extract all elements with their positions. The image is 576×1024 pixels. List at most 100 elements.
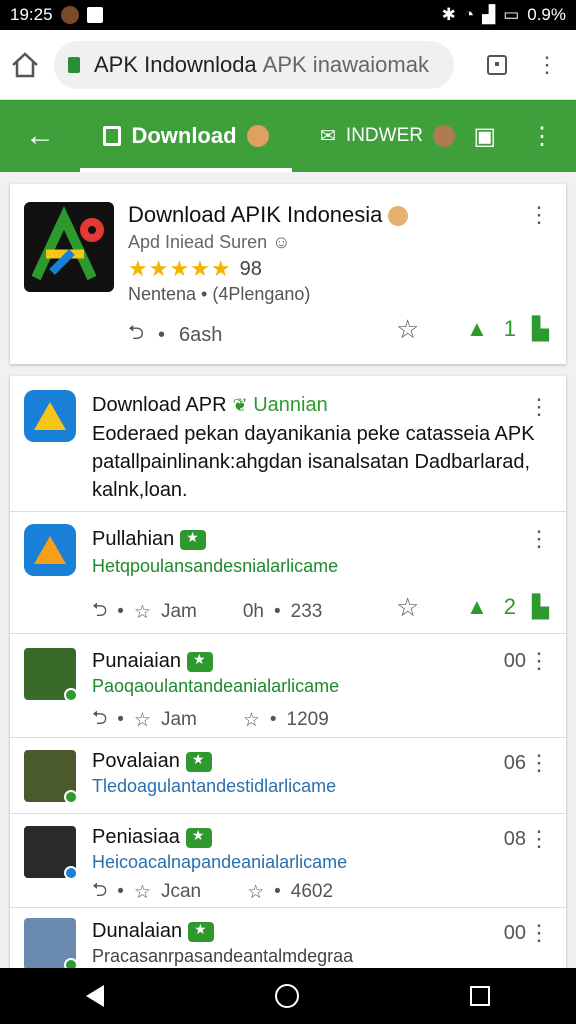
row-title: Povalaian [92, 750, 212, 773]
badge-icon [186, 651, 213, 672]
feed-card: Download APR ❦ Uannian Eoderaed pekan day… [10, 376, 566, 976]
favorite-star-icon[interactable]: ☆ [396, 314, 419, 345]
featured-app-card[interactable]: Download APIK Indonesia Apd Iniead Suren… [10, 184, 566, 364]
row-count: 1209 [286, 709, 329, 730]
featured-rating: ★★★★★ 98 [128, 256, 262, 282]
featured-subtitle-text: Apd Iniead Suren [128, 232, 268, 252]
featured-share[interactable]: ⮌ • 6ash [128, 318, 222, 352]
home-icon[interactable] [10, 51, 40, 79]
star-icon: ☆ [133, 709, 151, 731]
like-count: 2 [503, 594, 517, 619]
tabbar-more-icon[interactable]: ⋮ [530, 122, 554, 151]
featured-meta: Nentena • (4Plengano) [128, 284, 311, 304]
row-more-icon[interactable]: ⋮ [528, 528, 550, 550]
row-number: 08 [503, 828, 526, 850]
post-title: Download APR ❦ Uannian [92, 394, 328, 417]
tab-download[interactable]: Download [80, 100, 292, 172]
avatar [24, 826, 76, 878]
app-tab-bar: ← Download ✉ INDWER ▣ ⋮ [0, 100, 576, 172]
list-item[interactable]: Pullahian Hetqpoulansandesnialarlicame ⋮… [10, 512, 566, 634]
browser-toolbar: APK Indownloda APK inawaiomak ⋮ [0, 30, 576, 100]
nav-back-icon[interactable] [85, 985, 104, 1007]
row-title: Dunalaian [92, 920, 215, 943]
row-actions[interactable]: ⮌ • ☆ Jcan ☆ • 4602 [92, 876, 333, 908]
row-action-label: Jam [160, 709, 197, 730]
system-nav-bar [0, 968, 576, 1024]
row-more-icon[interactable]: ⋮ [528, 828, 550, 850]
chat-icon[interactable]: ▣ [473, 122, 496, 151]
row-number: 00 [503, 922, 526, 944]
url-domain: APK Indownloda [94, 51, 257, 77]
url-field[interactable]: APK Indownloda APK inawaiomak [54, 40, 454, 89]
row-likes[interactable]: ▲ 2 ▙ [466, 594, 549, 620]
row-more-icon[interactable]: ⋮ [528, 922, 550, 944]
row-title: Punaiaian [92, 650, 213, 673]
tabs-icon[interactable] [486, 54, 508, 76]
badge-icon [188, 921, 215, 942]
post-more-icon[interactable]: ⋮ [528, 396, 550, 418]
nav-home-icon[interactable] [274, 984, 299, 1008]
leaf-icon: ❦ [232, 395, 248, 415]
row-title: Peniasiaa [92, 826, 212, 849]
post-body: Eoderaed pekan dayanikania peke catassei… [92, 423, 535, 501]
row-more-icon[interactable]: ⋮ [528, 752, 550, 774]
row-subtitle: Paoqaoulantandeanialarlicame [92, 676, 340, 696]
share-count: 6ash [179, 323, 223, 346]
row-title-text: Povalaian [92, 750, 180, 772]
bluetooth-icon: ✱ [441, 5, 456, 24]
tab-indwer-label: INDWER [345, 125, 423, 146]
row-subtitle: Heicoacalnapandeanialarlicame [92, 852, 348, 872]
wifi-icon: ◔ [463, 5, 475, 24]
card-more-icon[interactable]: ⋮ [528, 204, 550, 226]
app-logo [24, 202, 114, 292]
row-actions[interactable]: ⮌ • ☆ Jam 0h • 233 [92, 596, 322, 628]
avatar [24, 648, 76, 700]
overflow-menu-icon[interactable]: ⋮ [536, 52, 558, 78]
emoji-icon-2 [432, 125, 455, 147]
status-bar: 19:25 ✱ ◔ ▟ ▭ 0.9% [0, 0, 576, 30]
row-time: 0h [242, 601, 264, 622]
post-section[interactable]: Download APR ❦ Uannian Eoderaed pekan day… [10, 376, 566, 512]
nav-recents-icon[interactable] [470, 986, 491, 1006]
star-icon: ☆ [242, 709, 260, 731]
favorite-star-icon[interactable]: ☆ [396, 592, 419, 623]
share-icon: ⮌ [92, 880, 108, 901]
avatar [24, 918, 76, 970]
row-title: Pullahian [92, 528, 207, 551]
list-item[interactable]: Peniasiaa Heicoacalnapandeanialarlicame … [10, 814, 566, 908]
tab-indwer[interactable]: ✉ INDWER [320, 100, 455, 172]
row-subtitle: Hetqpoulansandesnialarlicame [92, 556, 339, 576]
row-more-icon[interactable]: ⋮ [528, 650, 550, 672]
battery-level: 0.9% [527, 5, 566, 24]
avatar [24, 750, 76, 802]
list-item[interactable]: Dunalaian Pracasanrpasandeantalmdegraa 0… [10, 908, 566, 976]
badge-icon [180, 529, 207, 550]
star-icon: ☆ [133, 881, 151, 903]
list-item[interactable]: Povalaian Tledoagulantandestidlarlicame … [10, 738, 566, 814]
row-action-label: Jam [160, 601, 197, 622]
share-icon: ⮌ [128, 322, 145, 344]
notification-icon-2 [86, 7, 103, 23]
lock-icon [68, 56, 80, 73]
row-subtitle: Pracasanrpasandeantalmdegraa [92, 946, 354, 966]
app-icon-2 [24, 524, 76, 576]
row-actions[interactable]: ⮌ • ☆ Jam ☆ • 1209 [92, 704, 329, 736]
featured-title: Download APIK Indonesia [128, 202, 409, 228]
featured-title-text: Download APIK Indonesia [128, 202, 383, 227]
verified-badge-icon [64, 866, 76, 878]
bookmark-icon: ▙ [532, 316, 549, 341]
row-subtitle: Tledoagulantandestidlarlicame [92, 776, 337, 796]
separator-dot: • [158, 323, 166, 346]
back-arrow-icon[interactable]: ← [0, 119, 80, 153]
download-tab-icon [103, 126, 122, 146]
row-title-text: Dunalaian [92, 920, 183, 942]
list-item[interactable]: Punaiaian Paoqaoulantandeanialarlicame 0… [10, 634, 566, 738]
featured-likes[interactable]: ▲ 1 ▙ [466, 316, 549, 342]
thumbs-up-icon: ▲ [466, 594, 488, 619]
status-time: 19:25 [10, 5, 53, 24]
star-rating-icon: ★★★★★ [128, 256, 232, 281]
row-title-text: Punaiaian [92, 650, 181, 672]
row-number: 06 [503, 752, 526, 774]
post-title-text: Download APR [92, 394, 227, 416]
row-number: 00 [503, 650, 526, 672]
